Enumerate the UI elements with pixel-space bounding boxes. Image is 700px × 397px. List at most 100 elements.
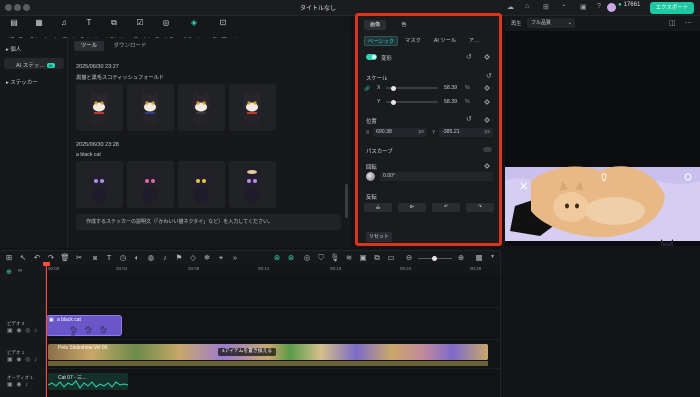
sticker-thumbnail[interactable]	[127, 161, 174, 208]
link-icon[interactable]: ∞	[18, 268, 22, 274]
picture-icon[interactable]: ▣	[358, 253, 368, 262]
export-button[interactable]: エクスポート	[650, 2, 694, 14]
sticker-thumbnail[interactable]	[229, 84, 276, 131]
scale-y-slider[interactable]	[386, 99, 438, 105]
video-clip[interactable]: Pets Slideshow Vol 06 4アイテムを置き換える	[48, 344, 488, 360]
keyframe-diamond-icon[interactable]	[484, 117, 490, 123]
layout-icon[interactable]: ▣	[580, 3, 587, 11]
subtab-ai-tools[interactable]: AI ツール	[430, 36, 460, 46]
collapse-arrow-icon[interactable]: ▾	[491, 253, 494, 260]
replace-items-tooltip[interactable]: 4アイテムを置き換える	[218, 348, 277, 356]
keyframe-icon[interactable]: ◇	[188, 253, 198, 262]
reset-icon[interactable]: ↺	[466, 54, 472, 61]
rotate-right-button[interactable]: ↷	[466, 203, 494, 212]
gift-icon[interactable]: ⊞	[543, 3, 549, 11]
zoom-slider[interactable]	[418, 256, 452, 261]
more-tools-icon[interactable]: »	[230, 253, 240, 262]
video-preview[interactable]: ✕	[505, 31, 700, 277]
layout-grid-icon[interactable]: ⊞	[4, 253, 14, 262]
help-icon[interactable]: ?	[597, 3, 601, 10]
layers-icon[interactable]: ⧉	[372, 253, 382, 263]
avatar[interactable]	[607, 3, 616, 12]
close-sticker-icon[interactable]: ✕	[519, 180, 528, 193]
quality-select[interactable]: フル品質 ⌄	[527, 18, 575, 28]
track-controls-video1[interactable]: ▣ ◉ ◎ ♪	[7, 356, 38, 363]
flip-horizontal-button[interactable]: ⧐	[398, 203, 426, 212]
mic-icon[interactable]: 🎙︎	[330, 253, 340, 262]
stabilize-icon[interactable]: ⌖	[216, 253, 226, 263]
tab-tools[interactable]: ツール	[74, 41, 104, 51]
zoom-out-icon[interactable]: ⊖	[404, 253, 414, 262]
audio-clip[interactable]: Cat 07 - 三…	[48, 373, 128, 390]
crop-icon[interactable]: ⧈	[90, 253, 100, 263]
keyframe-diamond-icon[interactable]	[484, 99, 490, 105]
mask-icon[interactable]: ◐	[132, 253, 142, 262]
tab-download[interactable]: ダウンロード	[110, 41, 150, 51]
scale-y-value[interactable]: 58.39	[444, 99, 457, 105]
track-controls-video3[interactable]: ▣ ◉ ◎ ♪	[7, 327, 38, 334]
pos-y-field[interactable]: -385.21 px	[439, 128, 493, 137]
snapshot-icon[interactable]: ◫	[669, 19, 676, 27]
reset-icon[interactable]: ↺	[486, 73, 492, 80]
audio-icon[interactable]: ♪	[160, 253, 170, 262]
undo-icon[interactable]: ↶	[32, 253, 42, 262]
scale-y-slider-knob[interactable]	[391, 99, 397, 105]
playhead[interactable]	[43, 262, 50, 397]
rotation-dial[interactable]	[366, 172, 375, 181]
tab-color[interactable]: 色	[396, 20, 412, 30]
playhead-handle[interactable]	[43, 262, 50, 266]
zoom-window-button[interactable]	[23, 4, 30, 11]
more-icon[interactable]: ⋯	[685, 19, 692, 27]
keyframe-diamond-icon[interactable]	[484, 54, 490, 60]
subtab-basic[interactable]: ベーシック	[364, 36, 398, 46]
transform-toggle[interactable]	[366, 54, 377, 60]
timeline-ruler[interactable]: 00:00 00:04 00:09 00:14 00:19 00:24 00:2…	[46, 265, 500, 275]
scale-x-value[interactable]: 58.39	[444, 85, 457, 91]
keyframe-diamond-icon[interactable]	[484, 85, 490, 91]
tab-image[interactable]: 画像	[364, 20, 386, 30]
link-ratio-icon[interactable]: 🔗︎	[364, 86, 370, 92]
render-icon[interactable]: ▭	[386, 253, 396, 262]
bell-icon[interactable]: ◔	[561, 3, 565, 10]
close-window-button[interactable]	[5, 4, 12, 11]
keyframe-diamond-icon[interactable]	[484, 163, 490, 169]
scale-x-slider[interactable]	[386, 85, 438, 91]
sticker-thumbnail[interactable]	[76, 161, 123, 208]
color-icon[interactable]: ◍	[146, 253, 156, 262]
sticker-thumbnail[interactable]	[178, 161, 225, 208]
track-controls-audio1[interactable]: ▣ ◉ ♪	[7, 381, 29, 388]
redo-icon[interactable]: ↷	[46, 253, 56, 262]
subtab-more[interactable]: ア…	[464, 36, 484, 46]
pos-x-field[interactable]: 690.38 px	[373, 128, 427, 137]
freeze-icon[interactable]: ❄	[202, 253, 212, 262]
delete-icon[interactable]: 🗑︎	[60, 253, 70, 262]
sticker-clip[interactable]: a black cat ▣ 🐈︎🐈︎🐈︎🐈︎	[46, 315, 122, 342]
marker-icon[interactable]: ⚑	[174, 253, 184, 262]
select-arrow-icon[interactable]: ↖	[18, 253, 28, 262]
path-curve-toggle[interactable]	[483, 147, 492, 152]
browser-scrollbar[interactable]	[345, 184, 348, 218]
voice-icon[interactable]: ≋	[344, 253, 354, 262]
sidebar-item-ai-stickers[interactable]: AI ステッ… AI	[16, 61, 55, 69]
grid-view-icon[interactable]: ▦	[474, 253, 484, 262]
reset-icon[interactable]: ↺	[466, 116, 472, 123]
sticker-thumbnail[interactable]	[127, 84, 174, 131]
subtab-mask[interactable]: マスク	[402, 36, 424, 46]
speed-icon[interactable]: ◷	[118, 253, 128, 262]
text-icon[interactable]: T	[104, 253, 114, 262]
ai-tool-icon[interactable]: ⊛	[272, 253, 282, 262]
split-icon[interactable]: ✂	[74, 253, 84, 262]
sticker-thumbnail[interactable]	[76, 84, 123, 131]
add-track-icon[interactable]: ⊕	[6, 268, 12, 276]
minimize-window-button[interactable]	[14, 4, 21, 11]
sticker-thumbnail[interactable]	[178, 84, 225, 131]
rotation-field[interactable]: 0.00°	[380, 172, 493, 181]
sticker-thumbnail[interactable]	[229, 161, 276, 208]
shield-icon[interactable]: ⛉	[316, 253, 326, 263]
cloud-icon[interactable]: ☁	[507, 3, 514, 11]
rotate-left-button[interactable]: ↶	[432, 203, 460, 212]
zoom-in-icon[interactable]: ⊕	[456, 253, 466, 262]
snap-icon[interactable]: ◎	[302, 253, 312, 262]
reset-button[interactable]: リセット	[366, 232, 392, 242]
flip-vertical-button[interactable]: ⧋	[364, 203, 392, 212]
